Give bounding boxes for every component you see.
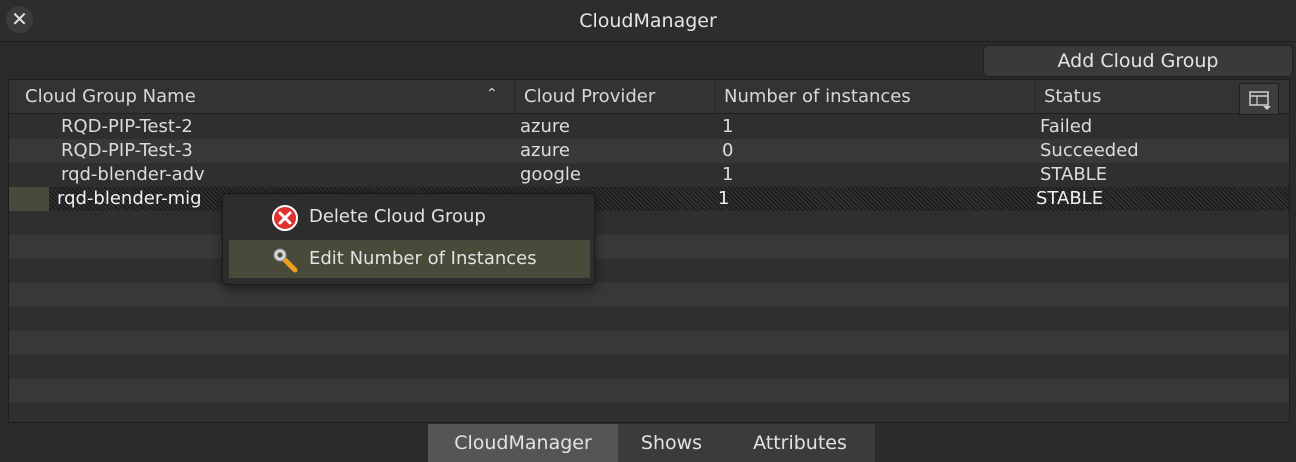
column-header-name[interactable]: Cloud Group Name	[17, 80, 515, 113]
context-menu: Delete Cloud Group Edit Number of Instan…	[222, 193, 595, 285]
window-title: CloudManager	[579, 10, 717, 32]
sort-ascending-icon: ⌃	[486, 86, 498, 102]
table-header: Cloud Group Name ⌃ Cloud Provider Number…	[9, 80, 1289, 115]
tab-attributes[interactable]: Attributes	[725, 424, 875, 462]
column-header-instances[interactable]: Number of instances	[716, 80, 1036, 113]
menu-item-edit-number-of-instances[interactable]: Edit Number of Instances	[229, 240, 590, 278]
tab-shows[interactable]: Shows	[618, 424, 725, 462]
cell-status: Failed	[1040, 116, 1093, 137]
add-cloud-group-button[interactable]: Add Cloud Group	[983, 45, 1293, 77]
cell-status: STABLE	[1040, 164, 1108, 185]
cell-name: RQD-PIP-Test-2	[61, 116, 193, 137]
table-row-selected[interactable]: rqd-blender-mig 1 STABLE	[9, 187, 1289, 211]
table-row[interactable]: RQD-PIP-Test-3 azure 0 Succeeded	[9, 139, 1289, 163]
column-chooser-icon[interactable]	[1239, 83, 1279, 115]
cell-provider: google	[520, 164, 581, 185]
table-row[interactable]: RQD-PIP-Test-2 azure 1 Failed	[9, 115, 1289, 139]
cell-provider: azure	[520, 140, 570, 161]
cloud-group-table: Cloud Group Name ⌃ Cloud Provider Number…	[8, 79, 1290, 423]
cell-instances: 1	[722, 116, 734, 137]
column-header-status[interactable]: Status	[1036, 80, 1236, 113]
empty-row	[9, 379, 1289, 403]
cell-instances: 0	[722, 140, 734, 161]
cell-name: rqd-blender-adv	[61, 164, 205, 185]
cell-status: Succeeded	[1040, 140, 1139, 161]
cell-status: STABLE	[1036, 188, 1104, 209]
menu-item-delete-cloud-group[interactable]: Delete Cloud Group	[229, 198, 590, 236]
cell-provider: azure	[520, 116, 570, 137]
empty-row	[9, 283, 1289, 307]
selection-marker	[9, 187, 49, 211]
title-bar: ✕ CloudManager	[0, 0, 1296, 42]
empty-row	[9, 331, 1289, 355]
cell-name: RQD-PIP-Test-3	[61, 140, 193, 161]
table-row[interactable]: rqd-blender-adv google 1 STABLE	[9, 163, 1289, 187]
empty-row	[9, 235, 1289, 259]
menu-item-label: Edit Number of Instances	[309, 248, 537, 269]
delete-icon	[272, 205, 298, 231]
wrench-icon	[273, 248, 298, 273]
cell-instances: 1	[718, 188, 730, 209]
column-header-provider[interactable]: Cloud Provider	[516, 80, 716, 113]
cell-name: rqd-blender-mig	[57, 188, 202, 209]
menu-item-label: Delete Cloud Group	[309, 206, 486, 227]
cell-instances: 1	[722, 164, 734, 185]
tab-cloudmanager[interactable]: CloudManager	[428, 424, 618, 462]
